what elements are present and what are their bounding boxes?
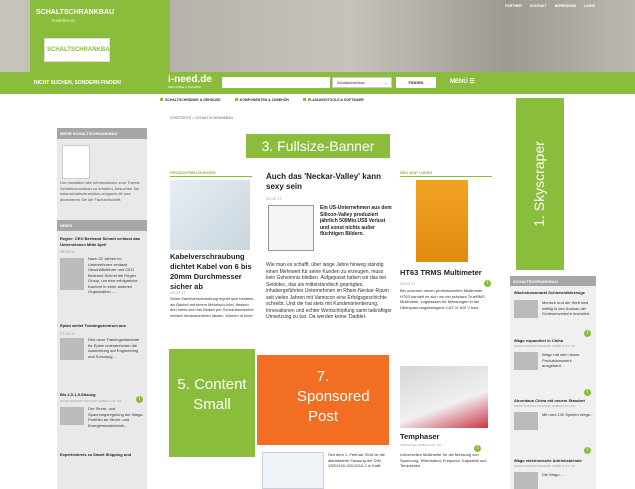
top-link[interactable]: KONTAKT (530, 4, 547, 8)
news-text-1: Drei neue Trainingsstandorte für Eplan u… (88, 337, 140, 359)
news-title-3[interactable]: Expertenkreis zu Smart Shipping und (60, 452, 144, 458)
brand-title: SCHALTSCHRANKBAU (36, 9, 115, 16)
news-date-1: 27.03.17 (60, 331, 76, 336)
product-header: PRODUKTMELDUNGEN (170, 170, 252, 177)
right-item-title[interactable]: Ahorntaus China mit neuem Standort (514, 398, 594, 404)
news-title: NEWS (57, 220, 147, 231)
menu-button[interactable]: MENÜ ☰ (450, 78, 475, 85)
right-item-title[interactable]: Wachstumsmarkt Schienenfahrzeuge (514, 290, 594, 296)
news-date-2: WAGO KONTAKTTECHNIK GMBH & CO. KG (60, 399, 122, 403)
temphaser-image[interactable] (400, 366, 488, 428)
new-title[interactable]: HT63 TRMS Multimeter (400, 268, 482, 277)
news-text-0: Nach 22 Jahren im Unternehmen verlässt G… (88, 256, 138, 294)
search-input[interactable] (222, 77, 330, 88)
news-image (60, 258, 84, 290)
new-date: 23.03.17 (400, 281, 416, 286)
right-item-date: WAGO KONTAKTTECHNIK GMBH & CO. KG (514, 464, 576, 468)
right-item-title[interactable]: Wago expandiert in China (514, 338, 594, 344)
right-item-text: Mensch und der Welt sind kräftig in den … (542, 300, 590, 316)
product-image[interactable] (170, 180, 250, 250)
subnav-item[interactable]: SCHALTSCHRÄNKE & GEHÄUSE (160, 98, 221, 102)
bottom-text: Seit dem 1. Februar 2016 ist die aktuali… (328, 452, 385, 468)
category-select[interactable]: Schaltschrankbau ⌄ (332, 77, 392, 88)
sponsored-post-ad-slot[interactable]: 7. Sponsored Post (257, 355, 389, 445)
site-logo[interactable]: i-need.de (168, 74, 212, 85)
brand-logo: SCHALTSCHRANKBAU (44, 38, 114, 62)
main-navbar: NICHT SUCHEN, SONDERN FINDEN! i-need.de … (0, 72, 635, 94)
subnav-item[interactable]: PLANUNGSTOOLS & SOFTWARE (302, 98, 364, 102)
right-item-text: Wago hat sein neues Produktionswerk ausg… (542, 352, 580, 368)
right-item-image (514, 472, 538, 489)
new2-date: INNOVATEC GMBH & CO. KG (400, 443, 442, 447)
news-title-2[interactable]: Bis 2,5-1,5-Sitzung (60, 392, 144, 398)
feature-image[interactable] (268, 205, 314, 251)
feature-text: Wie man es schafft, über lange Jahre hin… (266, 262, 392, 320)
right-item-text: Die Wago ... (542, 472, 564, 477)
skyscraper-label: 1. Skyscraper (531, 141, 547, 227)
info-icon: i (584, 330, 591, 337)
top-link[interactable]: PARTNER (505, 4, 522, 8)
right-item-date: WAGO KONTAKTTECHNIK GMBH & CO. KG (514, 344, 576, 348)
new-header: NEU AUF I-NEED (400, 170, 492, 177)
skyscraper-ad-slot[interactable]: 1. Skyscraper (516, 98, 564, 270)
news-title-1[interactable]: Eplan weitet Trainingszentrum aus (60, 323, 144, 329)
news-image (60, 338, 84, 360)
bullet-icon (302, 98, 306, 101)
fullsize-banner-ad-slot[interactable]: 3. Fullsize-Banner (246, 134, 390, 158)
find-button[interactable]: FINDEN (396, 77, 436, 88)
magazine-cover[interactable] (62, 145, 90, 179)
info-icon: i (474, 445, 481, 452)
feature-title[interactable]: Auch das 'Neckar-Valley' kann sexy sein (266, 172, 392, 192)
bullet-icon (234, 98, 238, 101)
feature-lead: Ein US-Unternehmen aus dem Silicon-Valle… (320, 205, 392, 237)
news-image (60, 407, 84, 425)
right-item-date: WAGO KONTAKTTECHNIK GMBH & CO. KG (514, 404, 576, 408)
product-date: 24.03.17 (170, 290, 186, 295)
right-item-image (514, 300, 538, 318)
site-logo-sub: INDUSTRIE & TECHNIK (168, 85, 201, 89)
right-item-text: Mit rund 130 Spielen Wege... (542, 412, 594, 417)
more-text: Um monatlich alle Informationen zum Them… (60, 180, 140, 202)
new2-text: Universelles Multimeter für die Messung … (400, 452, 487, 468)
top-link[interactable]: LOGIN (584, 4, 595, 8)
right-sidebar-title: SCHALTSCHRANKBAU (510, 276, 596, 286)
new2-title[interactable]: Temphaser (400, 432, 439, 441)
right-item-title[interactable]: Wago elektronische Antriebsblende (514, 458, 594, 464)
feature-date: 22.03.17 (266, 196, 282, 201)
more-section-title: MEHR SCHALTSCHRANKBAU (57, 128, 147, 139)
bullet-icon (160, 98, 163, 101)
info-icon: i (584, 389, 591, 396)
chevron-down-icon: ⌄ (384, 81, 387, 85)
product-text: Seine Kabelverschraubung eignet sich bes… (170, 296, 254, 318)
multimeter-image[interactable] (416, 180, 468, 262)
news-date-0: 28.03.17 (60, 249, 76, 254)
info-icon: i (484, 280, 491, 287)
top-link[interactable]: IMPRESSUM (555, 4, 576, 8)
subnav-item[interactable]: KOMPONENTEN & ZUBEHÖR (234, 98, 289, 102)
info-icon: i (136, 396, 143, 403)
new-text: Bei unserem neuen professionellen Multim… (400, 288, 485, 310)
right-item-image (514, 412, 538, 430)
top-links: PARTNER KONTAKT IMPRESSUM LOGIN (505, 4, 595, 8)
brand-powered: POWERED BY (52, 19, 76, 23)
category-select-value: Schaltschrankbau (337, 81, 365, 85)
chart-thumbnail[interactable] (262, 452, 324, 489)
news-title-0[interactable]: Regier: CEO Bertrand Schmit verlässt das… (60, 236, 144, 247)
slogan: NICHT SUCHEN, SONDERN FINDEN! (34, 80, 122, 86)
right-item-image (514, 352, 538, 370)
content-small-ad-slot[interactable]: 5. Content Small (169, 349, 255, 457)
product-title[interactable]: Kabelverschraubung dichtet Kabel von 6 b… (170, 252, 254, 292)
info-icon: i (584, 447, 591, 454)
breadcrumb[interactable]: STARTSEITE > SCHALTSCHRANKBAU (170, 116, 233, 120)
brand-box[interactable]: SCHALTSCHRANKBAU POWERED BY SCHALTSCHRAN… (30, 0, 170, 72)
category-subnav: SCHALTSCHRÄNKE & GEHÄUSE KOMPONENTEN & Z… (160, 94, 560, 106)
news-text-2: Der Strom- und Spannungsregelung der Wag… (88, 406, 144, 428)
